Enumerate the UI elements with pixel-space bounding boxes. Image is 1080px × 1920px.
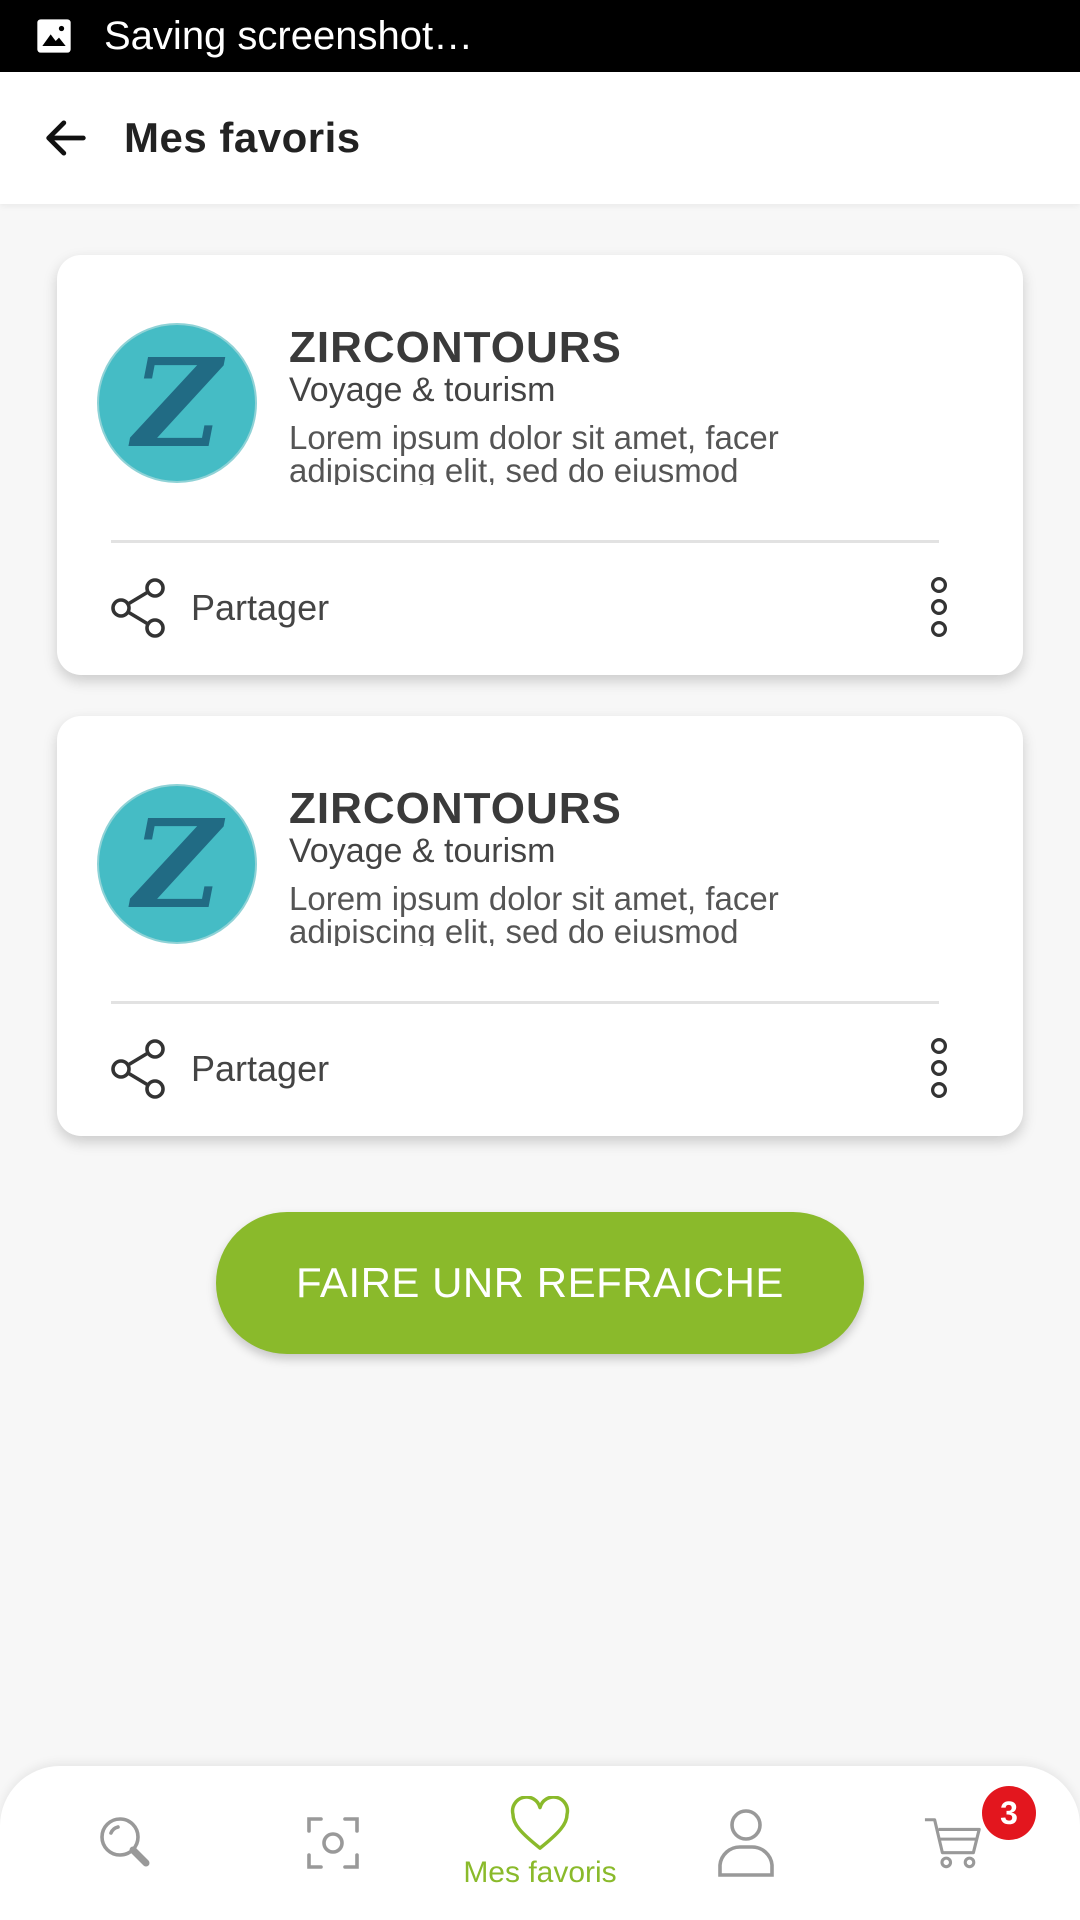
more-vertical-icon: [930, 1037, 948, 1098]
share-icon: [111, 1039, 165, 1099]
scan-icon: [307, 1817, 359, 1869]
company-category: Voyage & tourism: [289, 371, 556, 409]
company-description: Lorem ipsum dolor sit amet, facer adipis…: [289, 421, 779, 485]
company-logo: Z: [97, 784, 257, 944]
company-name: ZIRCONTOURS: [289, 784, 622, 833]
more-vertical-icon: [930, 576, 948, 637]
share-label: Partager: [191, 1048, 330, 1089]
arrow-left-icon: [46, 120, 86, 156]
nav-account[interactable]: [638, 1766, 854, 1920]
share-button[interactable]: Partager: [109, 1034, 329, 1104]
cart-icon: [924, 1818, 981, 1869]
divider: [111, 1001, 939, 1004]
search-icon: [100, 1817, 150, 1867]
nav-search[interactable]: [18, 1766, 234, 1920]
more-options-button[interactable]: [925, 1036, 953, 1100]
app-bar: Mes favoris: [0, 72, 1080, 204]
heart-icon: [510, 1796, 570, 1850]
favorite-card[interactable]: Z ZIRCONTOURS Voyage & tourism Lorem ips…: [57, 255, 1023, 675]
status-notification-text: Saving screenshot…: [104, 13, 474, 58]
more-options-button[interactable]: [925, 575, 953, 639]
nav-favorites[interactable]: Mes favoris: [432, 1766, 648, 1920]
share-button[interactable]: Partager: [109, 573, 329, 643]
company-name: ZIRCONTOURS: [289, 323, 622, 372]
status-bar: Saving screenshot…: [0, 0, 1080, 72]
image-icon: [37, 19, 71, 53]
cart-count-badge: 3: [982, 1786, 1036, 1840]
company-description: Lorem ipsum dolor sit amet, facer adipis…: [289, 882, 779, 946]
nav-label: Mes favoris: [463, 1856, 617, 1889]
nav-scan[interactable]: [225, 1766, 441, 1920]
divider: [111, 540, 939, 543]
bottom-navigation: Mes favoris 3: [0, 1766, 1080, 1920]
share-label: Partager: [191, 587, 330, 628]
favorite-card[interactable]: Z ZIRCONTOURS Voyage & tourism Lorem ips…: [57, 716, 1023, 1136]
company-category: Voyage & tourism: [289, 832, 556, 870]
share-icon: [111, 578, 165, 638]
nav-cart[interactable]: 3: [846, 1766, 1062, 1920]
user-icon: [718, 1809, 774, 1877]
refresh-button[interactable]: FAIRE UNR REFRAICHE: [216, 1212, 864, 1354]
page-title: Mes favoris: [124, 114, 361, 161]
company-logo: Z: [97, 323, 257, 483]
back-button[interactable]: [36, 108, 96, 168]
